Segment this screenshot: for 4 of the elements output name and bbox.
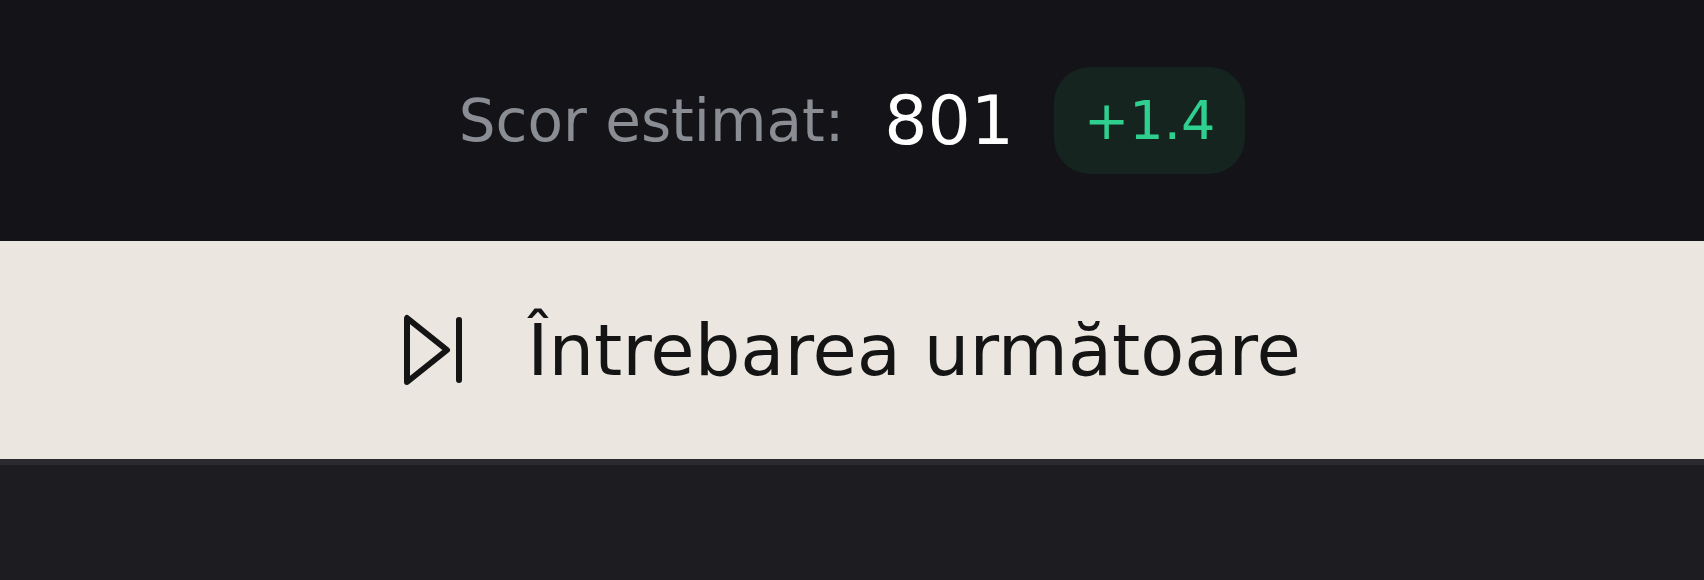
next-question-button[interactable]: Întrebarea următoare — [0, 241, 1704, 465]
score-delta: +1.4 — [1054, 67, 1246, 174]
score-value: 801 — [884, 81, 1015, 160]
score-label: Scor estimat: — [458, 86, 845, 155]
